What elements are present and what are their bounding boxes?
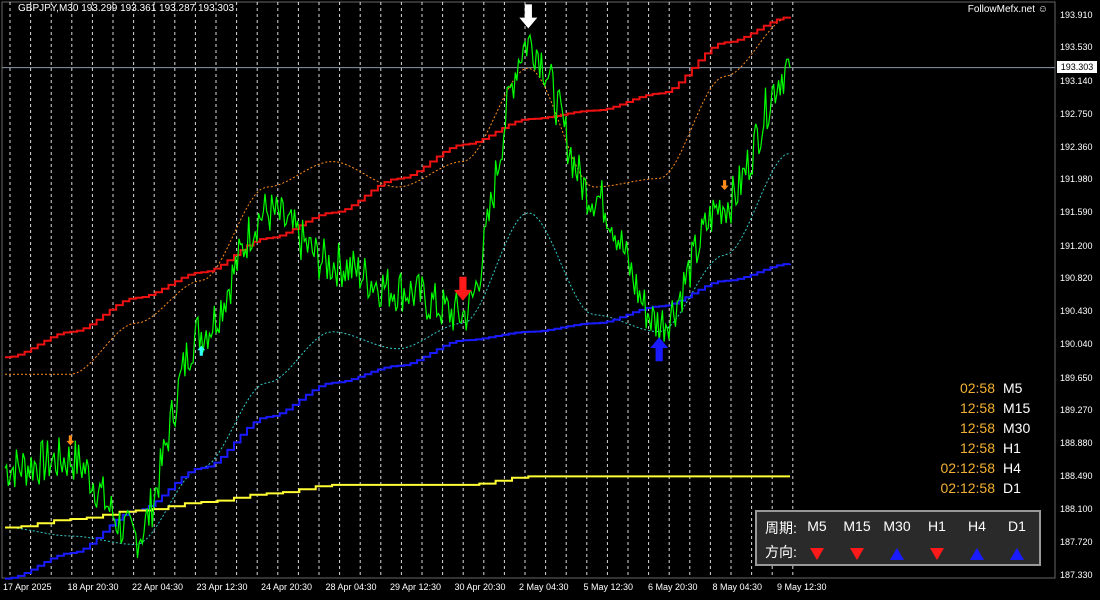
smiley-icon: ☺ (1037, 4, 1048, 15)
timer-row: 02:58 M5 (920, 380, 1050, 400)
upper-band-line (5, 16, 791, 375)
time-tick: 28 Apr 04:30 (325, 582, 377, 592)
timer-timeframe: D1 (1003, 480, 1021, 496)
timer-row: 12:58 M30 (920, 420, 1050, 440)
direction-timeframe: M15 (843, 518, 871, 534)
timer-countdown: 12:58 (959, 420, 995, 436)
watermark-text: FollowMefx.net (967, 4, 1035, 15)
signal-arrow-down-icon (720, 180, 729, 191)
timer-timeframe: M5 (1003, 380, 1023, 396)
direction-timeframe: D1 (1008, 518, 1026, 534)
time-tick: 18 Apr 20:30 (67, 582, 119, 592)
price-tick: 192.750 (1060, 108, 1093, 119)
direction-row: 方向: (757, 542, 1039, 566)
trend-down-icon (797, 542, 837, 563)
trend-down-icon (917, 542, 957, 563)
signal-arrow-down-icon (66, 435, 75, 446)
plot-frame (1, 1, 1056, 579)
blue-ma-line (5, 263, 791, 580)
trend-down-icon (837, 542, 877, 563)
time-tick: 9 May 12:30 (777, 582, 827, 592)
time-tick: 2 May 04:30 (519, 582, 569, 592)
timer-row: 12:58 M15 (920, 400, 1050, 420)
price-tick: 188.100 (1060, 504, 1093, 515)
price-tick: 191.590 (1060, 207, 1093, 218)
direction-timeframe: M5 (807, 518, 827, 534)
direction-timeframe: H1 (928, 518, 946, 534)
price-tick: 193.140 (1060, 75, 1093, 86)
symbol-name: GBPJPY,M30 (18, 3, 79, 14)
price-tick: 188.880 (1060, 438, 1093, 449)
timer-timeframe: H4 (1003, 460, 1021, 476)
price-tick: 193.530 (1060, 42, 1093, 53)
direction-timeframe: M30 (883, 518, 911, 534)
trend-up-icon (997, 542, 1037, 563)
price-tick: 190.040 (1060, 339, 1093, 350)
price-tick: 190.820 (1060, 272, 1093, 283)
timer-countdown: 12:58 (959, 440, 995, 456)
period-label: 周期: (765, 520, 797, 536)
ohlc-values: 193.299 193.361 193.287 193.303 (81, 3, 235, 14)
chart-window[interactable]: GBPJPY,M30 193.299 193.361 193.287 193.3… (0, 0, 1100, 600)
trend-up-icon (877, 542, 917, 563)
price-tick: 191.980 (1060, 174, 1093, 185)
current-price-label: 193.303 (1057, 61, 1097, 73)
timer-row: 02:12:58 H4 (920, 460, 1050, 480)
timer-row: 12:58 H1 (920, 440, 1050, 460)
price-tick: 189.270 (1060, 404, 1093, 415)
price-tick: 187.720 (1060, 536, 1093, 547)
price-tick: 188.490 (1060, 471, 1093, 482)
time-tick: 22 Apr 04:30 (132, 582, 184, 592)
timer-countdown: 02:58 (959, 380, 995, 396)
price-line (4, 33, 791, 558)
price-tick: 187.330 (1060, 570, 1093, 580)
timer-countdown: 02:12:58 (940, 460, 996, 476)
time-tick: 23 Apr 12:30 (196, 582, 248, 592)
price-tick: 189.650 (1060, 372, 1093, 383)
direction-label: 方向: (765, 544, 797, 560)
timer-timeframe: M15 (1003, 400, 1031, 416)
direction-timeframe: H4 (968, 518, 986, 534)
trend-up-icon (957, 542, 997, 563)
time-tick: 30 Apr 20:30 (454, 582, 506, 592)
time-tick: 17 Apr 2025 (3, 582, 52, 592)
direction-panel: 周期: M5 M15 M30 H1 H4 D1 方向: (755, 510, 1041, 566)
signal-arrow-down-icon (519, 4, 538, 29)
time-tick: 29 Apr 12:30 (390, 582, 442, 592)
signal-arrow-up-icon (650, 337, 669, 362)
timer-timeframe: M30 (1003, 420, 1031, 436)
timer-timeframe: H1 (1003, 440, 1021, 456)
watermark: FollowMefx.net ☺ (968, 4, 1048, 15)
price-tick: 191.200 (1060, 240, 1093, 251)
timer-row: 02:12:58 D1 (920, 480, 1050, 500)
period-row: 周期: M5 M15 M30 H1 H4 D1 (757, 518, 1039, 542)
price-tick: 193.910 (1060, 10, 1093, 20)
timer-countdown: 02:12:58 (940, 480, 996, 496)
time-tick: 24 Apr 20:30 (261, 582, 313, 592)
price-scale[interactable]: 193.910 193.530 193.140 192.750 192.360 191.9… (1055, 0, 1100, 600)
symbol-ohlc-label: GBPJPY,M30 193.299 193.361 193.287 193.3… (18, 3, 234, 14)
time-tick: 5 May 12:30 (583, 582, 634, 592)
candle-timer-panel: 02:58 M5 12:58 M15 12:58 M30 12:58 H1 02:12:58 H4… (920, 380, 1050, 500)
price-tick: 192.360 (1060, 141, 1093, 152)
timer-countdown: 12:58 (959, 400, 995, 416)
price-tick: 190.430 (1060, 306, 1093, 317)
time-tick: 6 May 20:30 (648, 582, 698, 592)
time-tick: 8 May 04:30 (712, 582, 763, 592)
